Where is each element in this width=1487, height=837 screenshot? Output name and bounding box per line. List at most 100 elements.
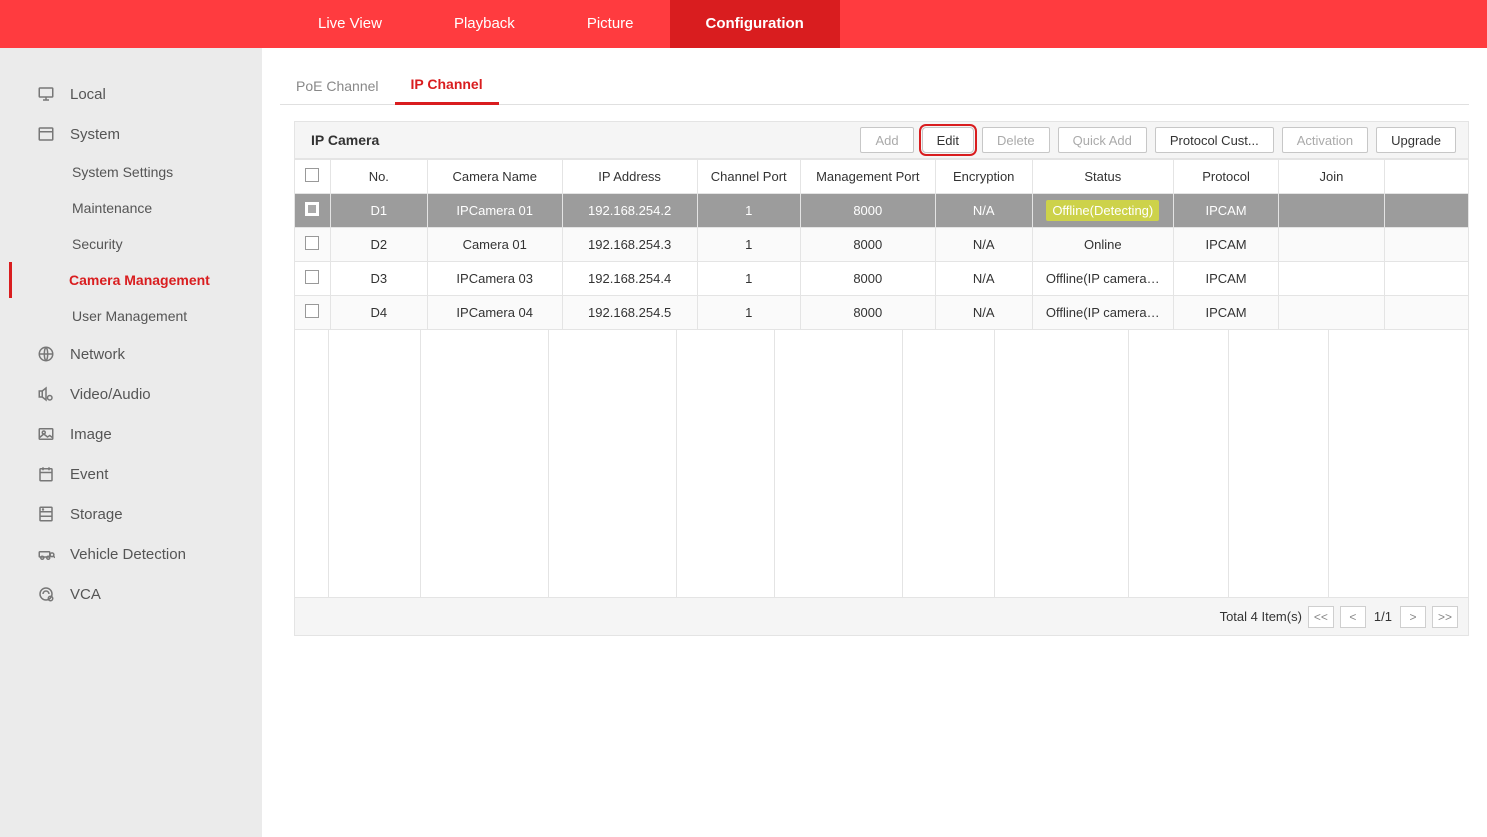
camera-table: No.Camera NameIP AddressChannel PortMana… — [294, 159, 1469, 330]
cell-join — [1279, 296, 1384, 330]
table-body: D1IPCamera 01192.168.254.218000N/AOfflin… — [295, 194, 1469, 330]
table-row[interactable]: D2Camera 01192.168.254.318000N/AOnlineIP… — [295, 228, 1469, 262]
col-header-encryption[interactable]: Encryption — [935, 160, 1032, 194]
cell-ip-address: 192.168.254.2 — [562, 194, 697, 228]
sidebar-item-system[interactable]: System — [0, 114, 262, 154]
cell-camera-name: IPCamera 03 — [427, 262, 562, 296]
sidebar-item-storage[interactable]: Storage — [0, 494, 262, 534]
row-checkbox[interactable] — [305, 304, 319, 318]
page-first-button[interactable]: << — [1308, 606, 1334, 628]
panel-title: IP Camera — [311, 132, 379, 148]
sidebar-subitem-security[interactable]: Security — [0, 226, 262, 262]
cell-encryption: N/A — [935, 194, 1032, 228]
subtab-ip-channel[interactable]: IP Channel — [395, 66, 499, 105]
sidebar-item-label: System — [70, 126, 120, 143]
page-next-button[interactable]: > — [1400, 606, 1426, 628]
row-checkbox-cell[interactable] — [295, 262, 331, 296]
col-header-protocol[interactable]: Protocol — [1173, 160, 1278, 194]
sidebar-item-label: Video/Audio — [70, 386, 151, 403]
sidebar-item-label: Local — [70, 86, 106, 103]
cell-blank — [1384, 228, 1468, 262]
sidebar-item-local[interactable]: Local — [0, 74, 262, 114]
total-items-text: Total 4 Item(s) — [1220, 609, 1302, 624]
col-header-join[interactable]: Join — [1279, 160, 1384, 194]
quick-add-button[interactable]: Quick Add — [1058, 127, 1147, 153]
globe-icon — [36, 344, 56, 364]
col-header-channel-port[interactable]: Channel Port — [697, 160, 800, 194]
page-last-button[interactable]: >> — [1432, 606, 1458, 628]
col-header-no-[interactable]: No. — [330, 160, 427, 194]
cell-protocol: IPCAM — [1173, 228, 1278, 262]
table-row[interactable]: D3IPCamera 03192.168.254.418000N/AOfflin… — [295, 262, 1469, 296]
cell-management-port: 8000 — [800, 262, 935, 296]
cell-channel-port: 1 — [697, 194, 800, 228]
sidebar-subitem-system-settings[interactable]: System Settings — [0, 154, 262, 190]
topnav-item-configuration[interactable]: Configuration — [670, 0, 840, 48]
cell-no: D1 — [330, 194, 427, 228]
add-button[interactable]: Add — [860, 127, 913, 153]
sidebar-item-event[interactable]: Event — [0, 454, 262, 494]
page-prev-button[interactable]: < — [1340, 606, 1366, 628]
col-header-camera-name[interactable]: Camera Name — [427, 160, 562, 194]
cell-blank — [1384, 296, 1468, 330]
monitor-icon — [36, 84, 56, 104]
sidebar-subitem-maintenance[interactable]: Maintenance — [0, 190, 262, 226]
edit-button[interactable]: Edit — [922, 127, 974, 153]
video-audio-icon — [36, 384, 56, 404]
cell-management-port: 8000 — [800, 194, 935, 228]
protocol-custom-button[interactable]: Protocol Cust... — [1155, 127, 1274, 153]
cell-camera-name: IPCamera 04 — [427, 296, 562, 330]
cell-protocol: IPCAM — [1173, 194, 1278, 228]
cell-join — [1279, 228, 1384, 262]
sidebar-item-image[interactable]: Image — [0, 414, 262, 454]
topnav-item-playback[interactable]: Playback — [418, 0, 551, 48]
cell-encryption: N/A — [935, 296, 1032, 330]
row-checkbox-cell[interactable] — [295, 194, 331, 228]
activation-button[interactable]: Activation — [1282, 127, 1368, 153]
select-all-checkbox[interactable] — [305, 168, 319, 182]
subtab-poe-channel[interactable]: PoE Channel — [280, 68, 395, 104]
cell-channel-port: 1 — [697, 262, 800, 296]
cell-ip-address: 192.168.254.4 — [562, 262, 697, 296]
cell-encryption: N/A — [935, 228, 1032, 262]
cell-protocol: IPCAM — [1173, 296, 1278, 330]
upgrade-button[interactable]: Upgrade — [1376, 127, 1456, 153]
sidebar-item-label: Network — [70, 346, 125, 363]
status-badge: Offline(Detecting) — [1046, 200, 1159, 221]
col-header-management-port[interactable]: Management Port — [800, 160, 935, 194]
sidebar-item-video-audio[interactable]: Video/Audio — [0, 374, 262, 414]
sidebar-item-label: Storage — [70, 506, 123, 523]
window-icon — [36, 124, 56, 144]
cell-channel-port: 1 — [697, 296, 800, 330]
storage-icon — [36, 504, 56, 524]
row-checkbox[interactable] — [305, 270, 319, 284]
table-footer: Total 4 Item(s) << < 1/1 > >> — [294, 598, 1469, 636]
sidebar-item-vehicle-detection[interactable]: Vehicle Detection — [0, 534, 262, 574]
cell-status: Offline(IP camera… — [1032, 262, 1173, 296]
topnav-item-picture[interactable]: Picture — [551, 0, 670, 48]
cell-ip-address: 192.168.254.3 — [562, 228, 697, 262]
row-checkbox-cell[interactable] — [295, 228, 331, 262]
topnav-item-live-view[interactable]: Live View — [282, 0, 418, 48]
sidebar-subitem-user-management[interactable]: User Management — [0, 298, 262, 334]
sidebar-item-vca[interactable]: VCA — [0, 574, 262, 614]
sidebar-subitem-camera-management[interactable]: Camera Management — [0, 262, 262, 298]
sidebar-item-label: Event — [70, 466, 108, 483]
sidebar-item-network[interactable]: Network — [0, 334, 262, 374]
cell-status: Offline(IP camera… — [1032, 296, 1173, 330]
delete-button[interactable]: Delete — [982, 127, 1050, 153]
col-header-ip-address[interactable]: IP Address — [562, 160, 697, 194]
sidebar-item-label: Image — [70, 426, 112, 443]
row-checkbox[interactable] — [305, 236, 319, 250]
row-checkbox-cell[interactable] — [295, 296, 331, 330]
col-header-status[interactable]: Status — [1032, 160, 1173, 194]
vca-icon — [36, 584, 56, 604]
cell-channel-port: 1 — [697, 228, 800, 262]
table-row[interactable]: D4IPCamera 04192.168.254.518000N/AOfflin… — [295, 296, 1469, 330]
row-checkbox[interactable] — [305, 202, 319, 216]
cell-join — [1279, 262, 1384, 296]
col-header-blank — [1384, 160, 1468, 194]
header-checkbox-cell[interactable] — [295, 160, 331, 194]
table-row[interactable]: D1IPCamera 01192.168.254.218000N/AOfflin… — [295, 194, 1469, 228]
sidebar: Local System System SettingsMaintenanceSec… — [0, 48, 262, 837]
